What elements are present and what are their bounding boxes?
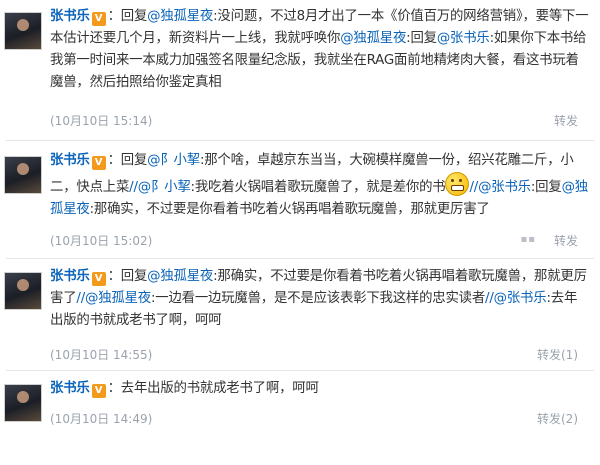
- verified-badge-icon: V: [91, 12, 106, 26]
- content-text: :我吃着火锅唱着歌玩魔兽了，就是差你的书: [190, 180, 446, 195]
- verified-badge-icon: V: [91, 272, 106, 286]
- mention-link[interactable]: //@张书乐: [469, 180, 531, 195]
- repost-link[interactable]: 转发: [554, 232, 578, 249]
- content-text: :回复: [406, 31, 437, 46]
- timestamp[interactable]: (10月10日 15:02): [50, 232, 152, 249]
- content-text: :那确实，不过要是你看着书吃着火锅再唱着歌玩魔兽，那就更厉害了: [89, 202, 490, 217]
- content-text: :一边看一边玩魔兽，是不是应该表彰下我这样的忠实读者: [150, 291, 486, 306]
- mention-link[interactable]: @张书乐: [437, 31, 490, 46]
- mention-link[interactable]: @独孤星夜: [147, 9, 213, 24]
- post-text: 张书乐 V ：回复@独孤星夜:那确实，不过要是你看着书吃着火锅再唱着歌玩魔兽，那就更…: [50, 269, 587, 328]
- grin-emoji-icon: [445, 172, 470, 196]
- toolbar-icons: ▪▪: [520, 234, 536, 245]
- repost-link[interactable]: 转发(2): [537, 410, 578, 427]
- reply-label: 回复: [120, 153, 148, 168]
- author-link[interactable]: 张书乐: [50, 269, 90, 284]
- reply-label: :回复: [530, 180, 562, 195]
- content-text: 去年出版的书就成老书了啊，呵呵: [120, 381, 319, 396]
- author-link[interactable]: 张书乐: [50, 381, 90, 396]
- mention-link[interactable]: //@阝小挈: [129, 180, 191, 195]
- timestamp[interactable]: (10月10日 14:49): [50, 410, 152, 427]
- avatar[interactable]: [4, 156, 42, 194]
- mention-link[interactable]: @独孤星夜: [340, 31, 406, 46]
- post-text: 张书乐 V ：去年出版的书就成老书了啊，呵呵: [50, 381, 319, 398]
- mention-link[interactable]: //@独孤星夜: [76, 291, 151, 306]
- verified-badge-icon: V: [91, 384, 106, 398]
- reply-label: 回复: [120, 9, 148, 24]
- author-link[interactable]: 张书乐: [50, 153, 90, 168]
- mention-link[interactable]: @阝小挈: [147, 153, 200, 168]
- verified-badge-icon: V: [91, 156, 106, 170]
- reply-label: 回复: [120, 269, 148, 284]
- timestamp[interactable]: (10月10日 14:55): [50, 346, 152, 363]
- timestamp[interactable]: (10月10日 15:14): [50, 112, 152, 129]
- post-text: 张书乐 V ：回复@阝小挈:那个啥，卓越京东当当，大碗模样魔兽一份，绍兴花雕二斤，小…: [50, 153, 588, 217]
- avatar[interactable]: [4, 12, 42, 50]
- author-link[interactable]: 张书乐: [50, 9, 90, 24]
- weibo-feed: 张书乐 V ：回复@独孤星夜:没问题，不过8月才出了一本《价值百万的网络营销》，要等…: [0, 0, 600, 465]
- divider: [6, 258, 594, 259]
- avatar[interactable]: [4, 272, 42, 310]
- avatar[interactable]: [4, 384, 42, 422]
- repost-link[interactable]: 转发(1): [537, 346, 578, 363]
- mention-link[interactable]: //@张书乐: [485, 291, 547, 306]
- divider: [6, 140, 594, 141]
- divider: [6, 370, 594, 371]
- repost-link[interactable]: 转发: [554, 112, 578, 129]
- mention-link[interactable]: @独孤星夜: [147, 269, 213, 284]
- post-text: 张书乐 V ：回复@独孤星夜:没问题，不过8月才出了一本《价值百万的网络营销》，要等…: [50, 9, 589, 90]
